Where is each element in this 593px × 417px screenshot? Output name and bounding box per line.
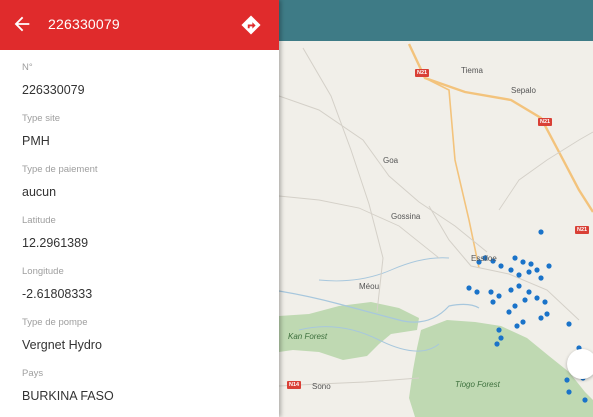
field-label: Pays — [22, 368, 44, 379]
site-marker[interactable] — [520, 259, 526, 265]
field-value: 226330079 — [22, 83, 85, 97]
site-marker[interactable] — [474, 289, 480, 295]
site-marker[interactable] — [506, 309, 512, 315]
map-canvas[interactable] — [279, 0, 593, 417]
field-label: Longitude — [22, 266, 64, 277]
site-marker[interactable] — [488, 289, 494, 295]
site-marker[interactable] — [512, 255, 518, 261]
place-label: Méou — [359, 282, 380, 291]
field-label: Latitude — [22, 215, 56, 226]
site-marker[interactable] — [534, 295, 540, 301]
site-marker[interactable] — [566, 389, 572, 395]
site-marker[interactable] — [512, 303, 518, 309]
site-marker[interactable] — [538, 229, 544, 235]
field-label: N° — [22, 62, 33, 73]
place-label: Sono — [312, 382, 331, 391]
site-marker[interactable] — [490, 299, 496, 305]
place-label: Essiloe — [471, 254, 497, 263]
site-marker[interactable] — [494, 341, 500, 347]
road-shield: N21 — [575, 226, 590, 234]
place-label: Goa — [383, 156, 399, 165]
map-control-button[interactable] — [567, 349, 593, 379]
site-marker[interactable] — [566, 321, 572, 327]
place-label: Sepalo — [511, 86, 536, 95]
site-marker[interactable] — [582, 397, 588, 403]
site-marker[interactable] — [546, 263, 552, 269]
site-marker[interactable] — [516, 283, 522, 289]
app-bar: 226330079 — [0, 0, 279, 50]
site-marker[interactable] — [526, 289, 532, 295]
site-marker[interactable] — [516, 272, 522, 278]
site-marker[interactable] — [534, 267, 540, 273]
road-shield: N21 — [538, 118, 553, 126]
field-pays: Pays BURKINA FASO — [22, 368, 272, 417]
field-type-paiement: Type de paiement aucun — [22, 164, 272, 215]
field-numero: N° 226330079 — [22, 62, 272, 113]
site-marker[interactable] — [508, 267, 514, 273]
site-marker[interactable] — [522, 297, 528, 303]
app-window: 226330079 N° 226330079 Type site PMH Typ… — [0, 0, 593, 417]
site-marker[interactable] — [520, 319, 526, 325]
map-view[interactable]: Tiema Sepalo Goa Gossina Méou Essiloe So… — [279, 0, 593, 417]
site-marker[interactable] — [542, 299, 548, 305]
field-latitude: Latitude 12.2961389 — [22, 215, 272, 266]
field-label: Type de paiement — [22, 164, 98, 175]
road-shield: N21 — [415, 69, 430, 77]
site-marker[interactable] — [564, 377, 570, 383]
site-marker[interactable] — [496, 293, 502, 299]
site-marker[interactable] — [544, 311, 550, 317]
directions-icon[interactable] — [240, 14, 262, 36]
field-value: -2.61808333 — [22, 287, 93, 301]
place-label: Gossina — [391, 212, 421, 221]
field-value: BURKINA FASO — [22, 389, 114, 403]
site-marker[interactable] — [498, 263, 504, 269]
site-marker[interactable] — [538, 315, 544, 321]
page-title: 226330079 — [48, 16, 120, 32]
site-marker[interactable] — [538, 275, 544, 281]
map-toolbar — [279, 0, 593, 41]
place-label: Tiema — [461, 66, 483, 75]
site-marker[interactable] — [466, 285, 472, 291]
field-value: aucun — [22, 185, 57, 199]
field-label: Type de pompe — [22, 317, 88, 328]
arrow-left-icon[interactable] — [11, 13, 33, 35]
field-value: 12.2961389 — [22, 236, 89, 250]
detail-panel: 226330079 N° 226330079 Type site PMH Typ… — [0, 0, 279, 417]
forest-label: Tiogo Forest — [455, 380, 500, 389]
detail-list: N° 226330079 Type site PMH Type de paiem… — [22, 62, 272, 417]
site-marker[interactable] — [496, 327, 502, 333]
site-marker[interactable] — [508, 287, 514, 293]
forest-label: Kan Forest — [288, 332, 328, 341]
road-shield: N14 — [287, 381, 302, 389]
field-type-site: Type site PMH — [22, 113, 272, 164]
site-marker[interactable] — [514, 323, 520, 329]
site-marker[interactable] — [498, 335, 504, 341]
field-label: Type site — [22, 113, 61, 124]
site-marker[interactable] — [528, 261, 534, 267]
field-type-pompe: Type de pompe Vergnet Hydro — [22, 317, 272, 368]
field-value: Vergnet Hydro — [22, 338, 102, 352]
field-value: PMH — [22, 134, 50, 148]
site-marker[interactable] — [526, 269, 532, 275]
field-longitude: Longitude -2.61808333 — [22, 266, 272, 317]
